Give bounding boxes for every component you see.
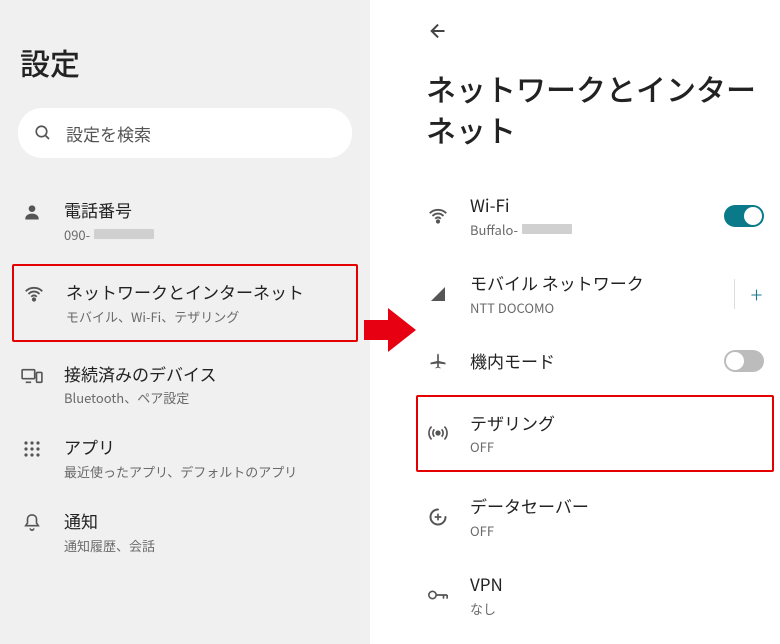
settings-item-network[interactable]: ネットワークとインターネット モバイル、Wi-Fi、テザリング: [16, 274, 354, 332]
row-title: VPN: [470, 572, 764, 596]
row-sub: NTT DOCOMO: [470, 298, 714, 317]
network-item-datasaver[interactable]: データセーバー OFF: [422, 478, 768, 556]
wifi-icon: [426, 204, 450, 228]
datasaver-icon: [426, 505, 450, 529]
row-body: アプリ 最近使ったアプリ、デフォルトのアプリ: [64, 435, 350, 481]
vpn-icon: [426, 583, 450, 607]
page-title: 設定: [18, 0, 352, 108]
hotspot-icon: [426, 421, 450, 445]
network-item-wifi[interactable]: Wi-Fi Buffalo-: [422, 177, 768, 255]
row-sub: なし: [470, 599, 764, 618]
settings-item-apps[interactable]: アプリ 最近使ったアプリ、デフォルトのアプリ: [18, 421, 352, 495]
header: [422, 0, 768, 52]
row-sub: OFF: [470, 521, 764, 540]
airplane-toggle[interactable]: [724, 350, 764, 372]
row-body: 通知 通知履歴、会話: [64, 509, 350, 555]
row-title: モバイル ネットワーク: [470, 271, 714, 295]
network-item-tethering[interactable]: テザリング OFF: [420, 405, 770, 463]
search-icon: [34, 124, 52, 142]
row-title: アプリ: [64, 435, 350, 459]
row-body: ネットワークとインターネット モバイル、Wi-Fi、テザリング: [66, 280, 348, 326]
arrow-indicator: [362, 300, 418, 360]
row-title: データセーバー: [470, 494, 764, 518]
row-title: 電話番号: [64, 198, 350, 222]
network-pane: ネットワークとインターネット Wi-Fi Buffalo- モバイル ネットワー…: [410, 0, 780, 644]
highlight-network: ネットワークとインターネット モバイル、Wi-Fi、テザリング: [12, 264, 358, 342]
redacted-text: [522, 224, 572, 234]
row-body: 電話番号 090-: [64, 198, 350, 244]
airplane-icon: [426, 349, 450, 373]
row-body: モバイル ネットワーク NTT DOCOMO: [470, 271, 714, 317]
row-title: Wi-Fi: [470, 193, 704, 217]
wifi-toggle[interactable]: [724, 205, 764, 227]
row-sub: 最近使ったアプリ、デフォルトのアプリ: [64, 462, 350, 481]
search-box[interactable]: 設定を検索: [18, 108, 352, 158]
add-sim-button[interactable]: +: [734, 279, 764, 309]
page-title: ネットワークとインターネット: [422, 52, 768, 177]
row-title: ネットワークとインターネット: [66, 280, 348, 304]
row-title: 通知: [64, 509, 350, 533]
settings-item-notifications[interactable]: 通知 通知履歴、会話: [18, 495, 352, 569]
settings-item-devices[interactable]: 接続済みのデバイス Bluetooth、ペア設定: [18, 348, 352, 422]
network-item-vpn[interactable]: VPN なし: [422, 556, 768, 634]
back-icon[interactable]: [428, 20, 762, 42]
row-title: 接続済みのデバイス: [64, 362, 350, 386]
row-body: データセーバー OFF: [470, 494, 764, 540]
signal-icon: [426, 282, 450, 306]
row-sub: OFF: [470, 437, 764, 456]
row-sub: 090-: [64, 225, 350, 244]
row-sub: モバイル、Wi-Fi、テザリング: [66, 307, 348, 326]
row-body: Wi-Fi Buffalo-: [470, 193, 704, 239]
row-sub: 通知履歴、会話: [64, 536, 350, 555]
search-placeholder: 設定を検索: [66, 121, 151, 146]
redacted-text: [94, 229, 154, 239]
highlight-tethering: テザリング OFF: [416, 395, 774, 473]
row-body: テザリング OFF: [470, 411, 764, 457]
row-title: 機内モード: [470, 349, 704, 373]
row-body: VPN なし: [470, 572, 764, 618]
apps-icon: [20, 437, 44, 461]
row-sub: Bluetooth、ペア設定: [64, 388, 350, 407]
settings-pane: 設定 設定を検索 電話番号 090- ネットワークとインターネット モバイル、W…: [0, 0, 370, 644]
row-sub: Buffalo-: [470, 220, 704, 239]
row-body: 接続済みのデバイス Bluetooth、ペア設定: [64, 362, 350, 408]
network-item-airplane[interactable]: 機内モード: [422, 333, 768, 389]
settings-item-phone[interactable]: 電話番号 090-: [18, 184, 352, 258]
network-item-mobile[interactable]: モバイル ネットワーク NTT DOCOMO +: [422, 255, 768, 333]
row-title: テザリング: [470, 411, 764, 435]
row-body: 機内モード: [470, 349, 704, 373]
wifi-icon: [22, 282, 46, 306]
person-icon: [20, 200, 44, 224]
bell-icon: [20, 511, 44, 535]
devices-icon: [20, 364, 44, 388]
